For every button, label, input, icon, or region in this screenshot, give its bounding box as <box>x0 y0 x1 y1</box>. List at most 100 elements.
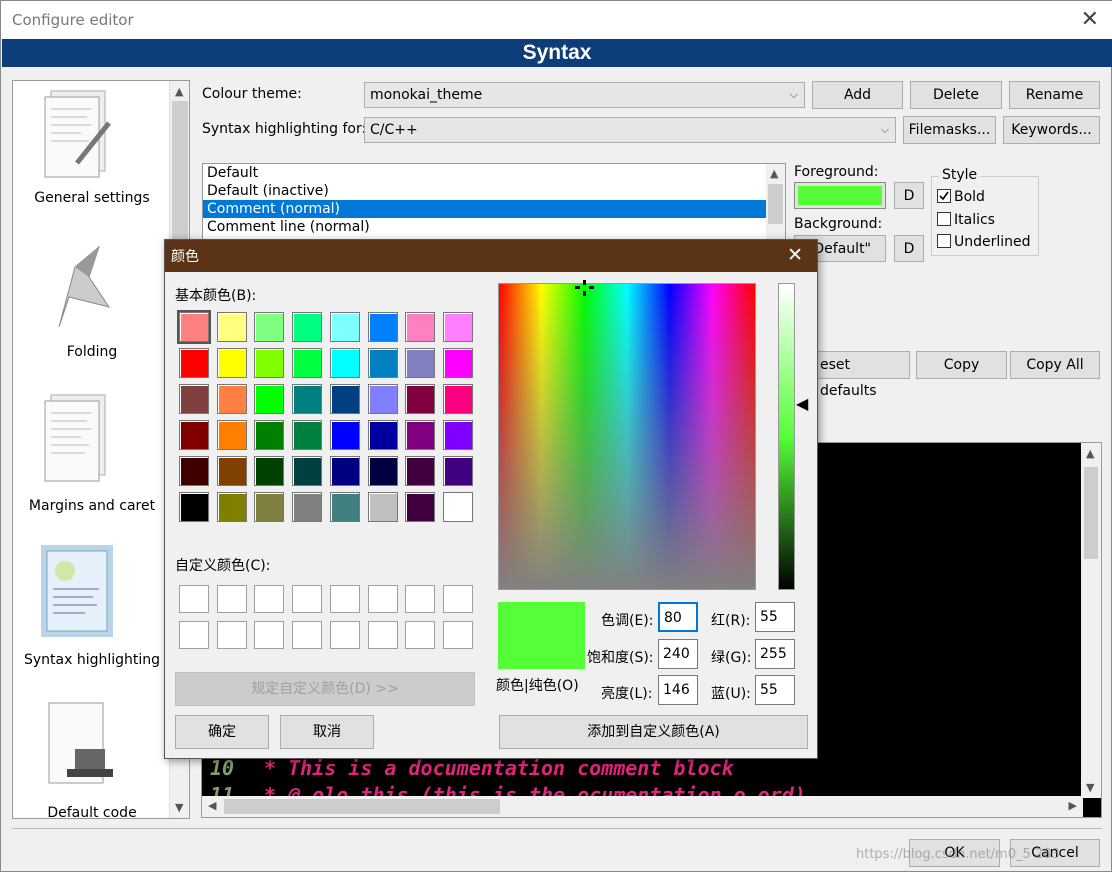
basic-color-swatch[interactable] <box>292 384 323 414</box>
basic-color-swatch[interactable] <box>179 492 209 522</box>
basic-color-swatch[interactable] <box>216 420 247 450</box>
slider-arrow-icon[interactable]: ◀ <box>796 394 808 413</box>
luminance-field[interactable]: 146 <box>658 675 698 705</box>
scroll-up-icon[interactable]: ▲ <box>175 85 183 98</box>
basic-color-swatch[interactable] <box>254 456 285 486</box>
copy-button[interactable]: Copy <box>916 351 1007 379</box>
colour-theme-select[interactable]: monokai_theme ⌵ <box>364 82 805 108</box>
basic-color-swatch[interactable] <box>329 492 360 522</box>
basic-color-swatch[interactable] <box>179 384 209 414</box>
basic-color-swatch[interactable] <box>292 492 323 522</box>
basic-color-swatch[interactable] <box>329 348 360 378</box>
custom-color-swatch[interactable] <box>329 585 360 613</box>
hue-field[interactable]: 80 <box>658 602 698 632</box>
add-theme-button[interactable]: Add <box>812 81 903 109</box>
list-item[interactable]: Default <box>203 164 785 182</box>
scroll-up-icon[interactable]: ▲ <box>1086 447 1094 460</box>
basic-color-swatch[interactable] <box>405 492 436 522</box>
background-default-button[interactable]: D <box>894 235 924 262</box>
basic-color-swatch[interactable] <box>442 492 473 522</box>
custom-color-swatch[interactable] <box>292 585 323 613</box>
delete-theme-button[interactable]: Delete <box>910 81 1002 109</box>
basic-color-swatch[interactable] <box>367 456 398 486</box>
basic-color-swatch[interactable] <box>367 312 398 342</box>
scroll-up-icon[interactable]: ▲ <box>770 167 778 180</box>
basic-color-swatch[interactable] <box>329 312 360 342</box>
checkbox-checked-icon[interactable] <box>937 189 951 203</box>
basic-color-swatch[interactable] <box>254 312 285 342</box>
sidebar-item-general-settings[interactable]: General settings <box>13 190 171 206</box>
custom-color-swatch[interactable] <box>216 621 247 649</box>
basic-color-swatch[interactable] <box>177 310 211 344</box>
custom-color-swatch[interactable] <box>292 621 323 649</box>
scroll-down-icon[interactable]: ▼ <box>175 801 183 814</box>
basic-color-swatch[interactable] <box>405 312 436 342</box>
foreground-color-button[interactable] <box>794 182 886 209</box>
basic-color-swatch[interactable] <box>292 420 323 450</box>
basic-color-swatch[interactable] <box>405 348 436 378</box>
custom-color-swatch[interactable] <box>179 621 209 649</box>
green-field[interactable]: 255 <box>755 639 795 669</box>
custom-color-swatch[interactable] <box>254 585 285 613</box>
basic-color-swatch[interactable] <box>216 348 247 378</box>
editor-scroll-thumb[interactable] <box>1084 467 1098 559</box>
basic-color-swatch[interactable] <box>254 348 285 378</box>
basic-color-swatch[interactable] <box>442 312 473 342</box>
basic-color-swatch[interactable] <box>329 420 360 450</box>
define-custom-colors-button[interactable]: 规定自定义颜色(D) >> <box>175 672 475 706</box>
basic-color-swatch[interactable] <box>254 420 285 450</box>
basic-color-swatch[interactable] <box>405 420 436 450</box>
scroll-down-icon[interactable]: ▼ <box>1086 781 1094 794</box>
custom-color-swatch[interactable] <box>405 621 436 649</box>
basic-color-swatch[interactable] <box>367 492 398 522</box>
basic-color-swatch[interactable] <box>329 384 360 414</box>
custom-color-swatch[interactable] <box>442 621 473 649</box>
sidebar-scroll-thumb[interactable] <box>172 101 188 261</box>
list-item[interactable]: Comment line (normal) <box>203 218 785 236</box>
rename-theme-button[interactable]: Rename <box>1009 81 1100 109</box>
basic-color-swatch[interactable] <box>367 384 398 414</box>
sidebar-item-syntax-highlighting[interactable]: Syntax highlighting <box>13 652 171 668</box>
filemasks-button[interactable]: Filemasks... <box>903 116 996 144</box>
basic-color-swatch[interactable] <box>254 384 285 414</box>
sidebar-item-folding[interactable]: Folding <box>13 344 171 360</box>
basic-color-swatch[interactable] <box>442 420 473 450</box>
scroll-right-icon[interactable]: ▶ <box>1069 799 1077 812</box>
list-item-selected[interactable]: Comment (normal) <box>203 200 766 218</box>
keywords-button[interactable]: Keywords... <box>1003 116 1100 144</box>
custom-color-swatch[interactable] <box>216 585 247 613</box>
sidebar-item-margins-and-caret[interactable]: Margins and caret <box>13 498 171 514</box>
scroll-left-icon[interactable]: ◀ <box>208 799 216 812</box>
custom-color-swatch[interactable] <box>405 585 436 613</box>
basic-color-swatch[interactable] <box>179 420 209 450</box>
color-spectrum[interactable] <box>498 283 756 590</box>
underlined-checkbox[interactable]: Underlined <box>937 234 1031 250</box>
basic-color-swatch[interactable] <box>216 456 247 486</box>
color-ok-button[interactable]: 确定 <box>175 715 269 749</box>
style-list-scroll-thumb[interactable] <box>768 184 783 224</box>
blue-field[interactable]: 55 <box>755 675 795 705</box>
basic-color-swatch[interactable] <box>367 348 398 378</box>
basic-color-swatch[interactable] <box>405 456 436 486</box>
list-item[interactable]: Default (inactive) <box>203 182 785 200</box>
basic-color-swatch[interactable] <box>442 348 473 378</box>
luminance-slider[interactable] <box>778 283 795 590</box>
italics-checkbox[interactable]: Italics <box>937 212 995 228</box>
reset-defaults-button[interactable]: eset defaults <box>807 351 910 399</box>
editor-horizontal-scrollbar[interactable]: ◀ ▶ <box>202 796 1083 817</box>
basic-color-swatch[interactable] <box>216 312 247 342</box>
editor-vertical-scrollbar[interactable]: ▲ ▼ <box>1081 443 1101 798</box>
custom-color-swatch[interactable] <box>442 585 473 613</box>
basic-color-swatch[interactable] <box>216 384 247 414</box>
red-field[interactable]: 55 <box>755 602 795 632</box>
basic-color-swatch[interactable] <box>329 456 360 486</box>
basic-color-swatch[interactable] <box>405 384 436 414</box>
sidebar-item-default-code[interactable]: Default code <box>13 805 171 818</box>
basic-color-swatch[interactable] <box>292 312 323 342</box>
basic-color-swatch[interactable] <box>367 420 398 450</box>
checkbox-icon[interactable] <box>937 212 951 226</box>
bold-checkbox[interactable]: Bold <box>937 189 985 205</box>
basic-color-swatch[interactable] <box>179 456 209 486</box>
custom-color-swatch[interactable] <box>179 585 209 613</box>
close-icon[interactable]: ✕ <box>1081 7 1099 32</box>
